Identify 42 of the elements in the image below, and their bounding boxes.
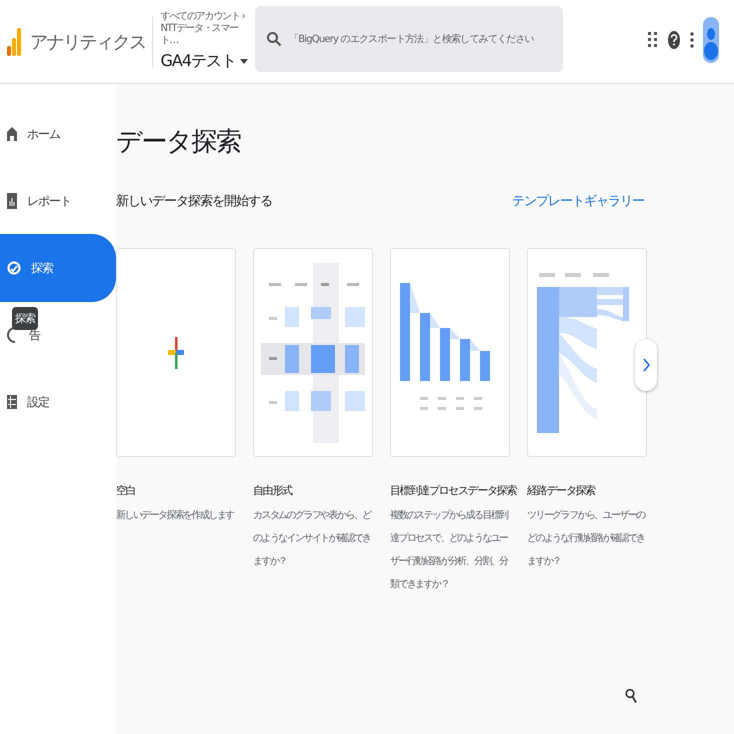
- card-description: 新しいデータ探索を作成します: [116, 508, 236, 523]
- account-avatar-icon[interactable]: [703, 17, 719, 63]
- analytics-logo-icon: [7, 28, 21, 56]
- card-title: 空白: [116, 483, 136, 498]
- card-description: ツリーグラフから、ユーザーのどのような行動経路が確認できますか？: [527, 509, 646, 569]
- template-card[interactable]: [390, 248, 510, 457]
- product-name: アナリティクス: [30, 30, 146, 54]
- apps-grid-icon[interactable]: [648, 30, 658, 50]
- nav-item[interactable]: 設定: [0, 380, 116, 424]
- funnel-bar: [460, 338, 470, 380]
- template-card[interactable]: [253, 248, 373, 457]
- label-placeholder-drawing: [420, 396, 482, 410]
- property-selector[interactable]: GA4テスト: [160, 51, 248, 72]
- funnel-bar: [480, 350, 490, 380]
- chevron-right-icon: [642, 358, 650, 372]
- card-description: カスタムのグラフや表から、どのようなインサイトが確認できますか？: [253, 508, 372, 569]
- nav-item[interactable]: 探索: [0, 234, 116, 302]
- home-icon: [7, 127, 17, 141]
- search-icon: [266, 31, 282, 47]
- card-description: 複数のステップから成る目標到達プロセスで、どのようなユーザー行動経路が分析、分割、分類できますか？: [390, 508, 510, 592]
- more-options-icon[interactable]: [690, 30, 694, 50]
- card-title: 経路データ探索: [527, 483, 595, 498]
- bar-chart-icon: [7, 193, 17, 209]
- search-field[interactable]: 「BigQuery のエクスポート方法」と検索してみてください: [255, 6, 563, 72]
- section-heading: 新しいデータ探索を開始する: [116, 193, 272, 210]
- dropdown-caret-icon: [240, 59, 248, 64]
- tooltip: 探索: [12, 307, 38, 330]
- explore-icon: [7, 261, 21, 275]
- account-breadcrumb[interactable]: すべてのアカウント › NTTデータ・スマート…: [160, 11, 250, 47]
- template-gallery-link[interactable]: テンプレートギャラリー: [512, 192, 644, 210]
- search-icon[interactable]: [625, 688, 637, 704]
- nav-item[interactable]: ホーム: [0, 112, 116, 156]
- settings-icon: [7, 395, 17, 409]
- funnel-bar: [420, 312, 430, 380]
- funnel-bar: [440, 328, 450, 380]
- help-icon[interactable]: [667, 30, 681, 50]
- card-title: 目標到達プロセスデータ探索: [390, 483, 516, 498]
- next-arrow-button[interactable]: [635, 339, 657, 391]
- page-title: データ探索: [116, 126, 242, 159]
- card-title: 自由形式: [253, 483, 292, 498]
- plus-icon: [168, 336, 184, 368]
- nav-item[interactable]: レポート: [0, 179, 116, 223]
